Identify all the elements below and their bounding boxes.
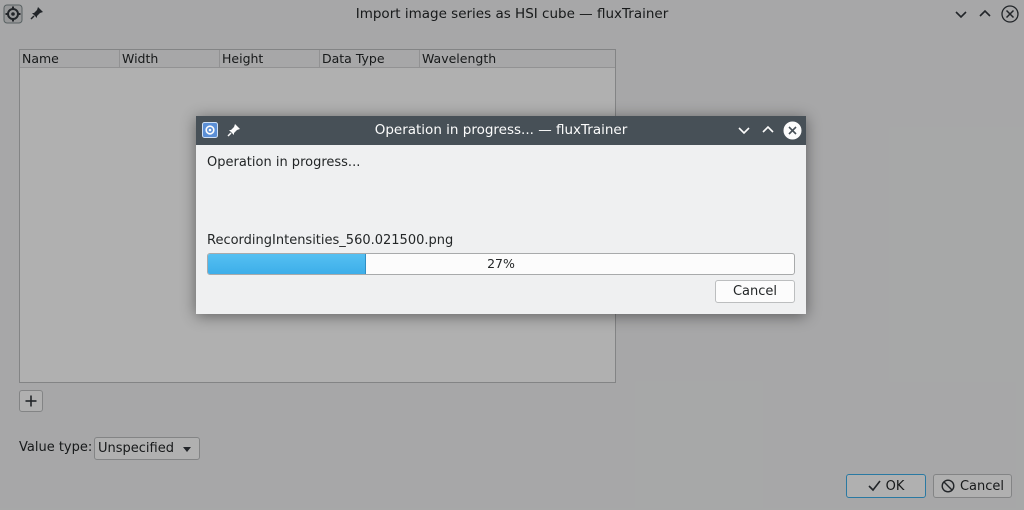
progress-dialog: Operation in progress... — fluxTrainer O… xyxy=(196,116,806,314)
dialog-titlebar[interactable]: Operation in progress... — fluxTrainer xyxy=(196,116,806,145)
progress-bar: 27% xyxy=(207,253,795,275)
dialog-title: Operation in progress... — fluxTrainer xyxy=(374,122,628,138)
progress-percent-text: 27% xyxy=(487,256,515,271)
chevron-up-icon[interactable] xyxy=(759,121,777,139)
current-file-label: RecordingIntensities_560.021500.png xyxy=(207,233,454,248)
close-icon[interactable] xyxy=(782,120,802,140)
chevron-down-icon[interactable] xyxy=(735,121,753,139)
dialog-cancel-button[interactable]: Cancel xyxy=(715,280,795,303)
progress-message: Operation in progress... xyxy=(207,155,361,170)
